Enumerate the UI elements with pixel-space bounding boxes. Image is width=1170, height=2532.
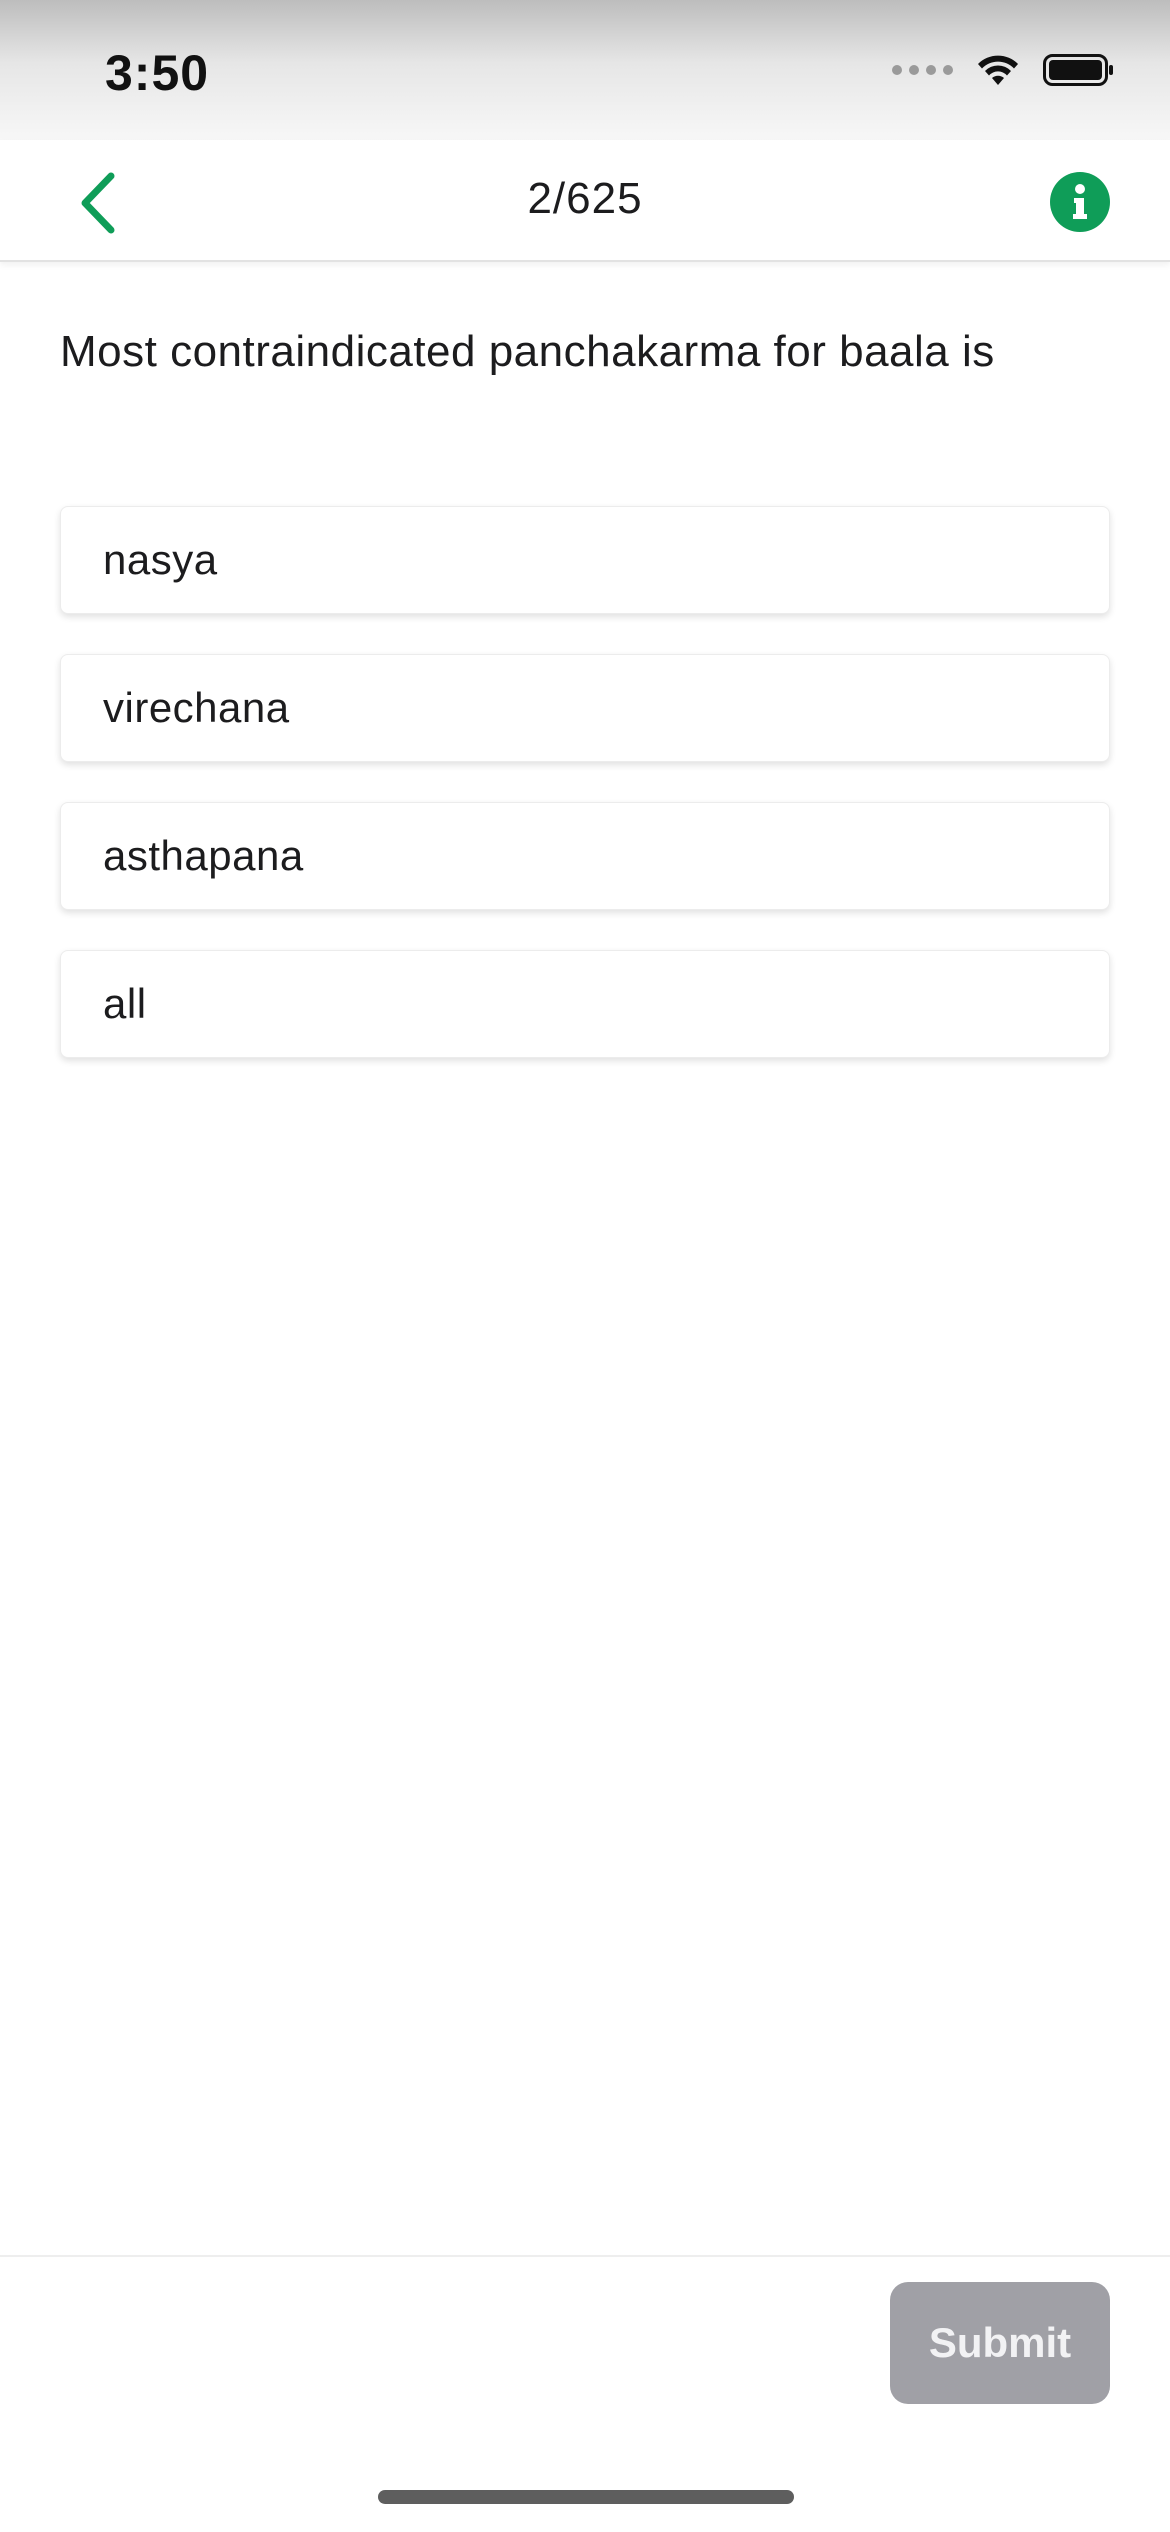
quiz-screen: 3:50 2/625 Most contraindicated panchaka… [0,0,1170,2532]
status-indicators [892,52,1115,88]
wifi-icon [978,55,1018,85]
answer-option[interactable]: nasya [60,506,1110,614]
answer-option[interactable]: asthapana [60,802,1110,910]
question-progress: 2/625 [527,174,643,223]
nav-bar: 2/625 [0,140,1170,262]
info-icon [1073,184,1087,219]
info-button[interactable] [1050,172,1110,232]
question-text: Most contraindicated panchakarma for baa… [60,327,995,376]
footer-divider [0,2255,1170,2257]
status-bar: 3:50 [0,0,1170,140]
submit-button[interactable]: Submit [890,2282,1110,2404]
answer-option[interactable]: virechana [60,654,1110,762]
status-time: 3:50 [105,45,210,101]
answer-option[interactable]: all [60,950,1110,1058]
cellular-signal-icon [892,65,953,75]
battery-icon [1043,54,1113,86]
home-indicator [378,2490,794,2504]
answer-options: nasya virechana asthapana all [60,506,1110,1098]
